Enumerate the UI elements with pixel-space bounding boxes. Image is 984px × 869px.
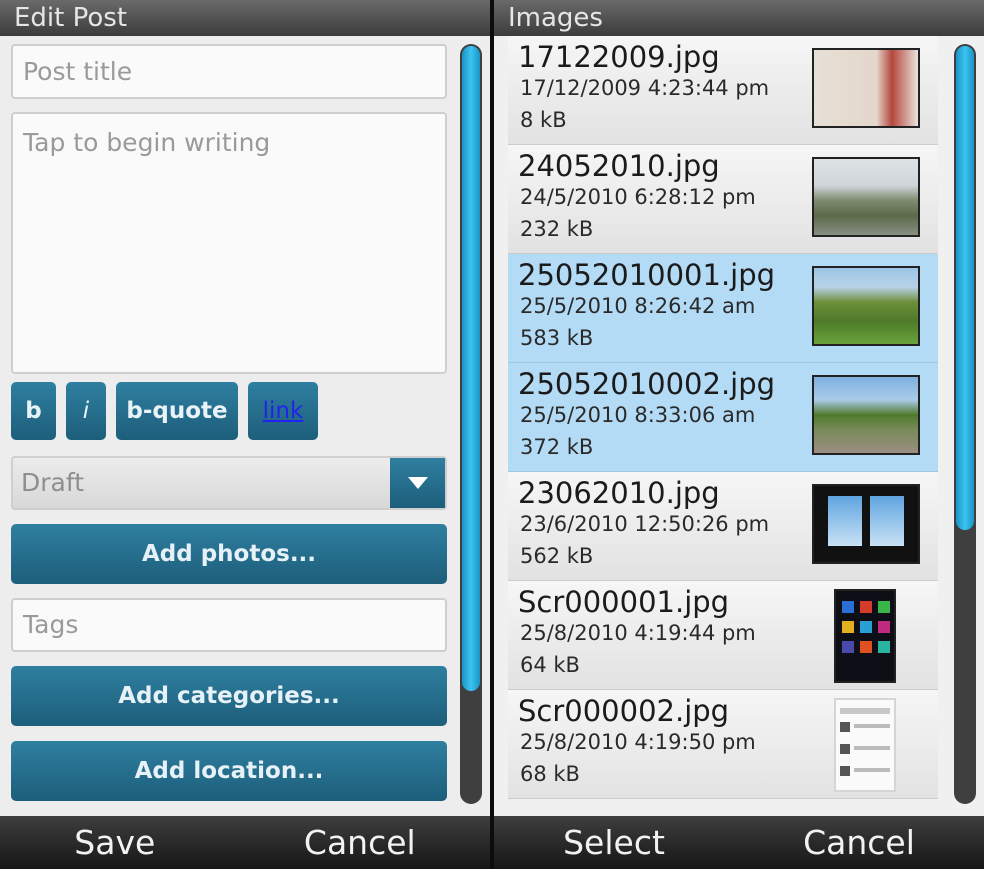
- right-scrollbar-thumb[interactable]: [956, 46, 974, 530]
- image-date: 23/6/2010 12:50:26 pm: [520, 512, 770, 536]
- image-thumbnail: [812, 48, 920, 128]
- post-body-textarea[interactable]: Tap to begin writing: [11, 112, 447, 374]
- image-list-item[interactable]: 25052010001.jpg 25/5/2010 8:26:42 am 583…: [508, 254, 938, 363]
- link-button[interactable]: link: [248, 382, 318, 440]
- image-thumbnail: [834, 589, 896, 683]
- images-title: Images: [494, 0, 984, 36]
- add-location-button[interactable]: Add location...: [11, 741, 447, 801]
- image-list-item[interactable]: 25052010002.jpg 25/5/2010 8:33:06 am 372…: [508, 363, 938, 472]
- save-softkey[interactable]: Save: [54, 823, 175, 862]
- image-size: 68 kB: [520, 762, 580, 786]
- image-filename: 24052010.jpg: [518, 149, 720, 183]
- image-thumbnail: [812, 157, 920, 237]
- image-size: 562 kB: [520, 544, 594, 568]
- tags-input[interactable]: Tags: [11, 598, 447, 652]
- image-date: 25/8/2010 4:19:44 pm: [520, 621, 756, 645]
- image-date: 24/5/2010 6:28:12 pm: [520, 185, 756, 209]
- image-filename: Scr000001.jpg: [518, 585, 730, 619]
- link-button-label: link: [262, 398, 304, 424]
- image-filename: 23062010.jpg: [518, 476, 720, 510]
- image-date: 17/12/2009 4:23:44 pm: [520, 76, 770, 100]
- add-photos-button[interactable]: Add photos...: [11, 524, 447, 584]
- cancel-softkey[interactable]: Cancel: [284, 823, 436, 862]
- bold-button[interactable]: b: [11, 382, 56, 440]
- image-filename: 25052010001.jpg: [518, 258, 776, 292]
- image-size: 64 kB: [520, 653, 580, 677]
- image-thumbnail: [812, 266, 920, 346]
- right-scrollbar[interactable]: [954, 44, 976, 804]
- image-thumbnail: [834, 698, 896, 792]
- post-status-select[interactable]: Draft: [11, 456, 447, 510]
- left-scrollbar-thumb[interactable]: [462, 46, 480, 691]
- cancel-softkey[interactable]: Cancel: [783, 823, 935, 862]
- image-list-item[interactable]: 23062010.jpg 23/6/2010 12:50:26 pm 562 k…: [508, 472, 938, 581]
- image-list-item[interactable]: Scr000001.jpg 25/8/2010 4:19:44 pm 64 kB: [508, 581, 938, 690]
- images-pane: Images 17122009.jpg 17/12/2009 4:23:44 p…: [494, 0, 984, 869]
- italic-button[interactable]: i: [66, 382, 106, 440]
- image-list: 17122009.jpg 17/12/2009 4:23:44 pm 8 kB …: [508, 36, 938, 810]
- image-date: 25/8/2010 4:19:50 pm: [520, 730, 756, 754]
- edit-post-title: Edit Post: [0, 0, 490, 36]
- select-softkey[interactable]: Select: [543, 823, 685, 862]
- image-filename: Scr000002.jpg: [518, 694, 730, 728]
- post-title-input[interactable]: Post title: [11, 44, 447, 99]
- image-size: 583 kB: [520, 326, 594, 350]
- image-list-item[interactable]: Scr000002.jpg 25/8/2010 4:19:50 pm 68 kB: [508, 690, 938, 799]
- image-thumbnail: [812, 484, 920, 564]
- add-categories-button[interactable]: Add categories...: [11, 666, 447, 726]
- image-list-item[interactable]: 24052010.jpg 24/5/2010 6:28:12 pm 232 kB: [508, 145, 938, 254]
- left-softkey-bar: Save Cancel: [0, 816, 490, 869]
- image-size: 372 kB: [520, 435, 594, 459]
- image-date: 25/5/2010 8:26:42 am: [520, 294, 756, 318]
- image-size: 232 kB: [520, 217, 594, 241]
- dropdown-arrow-icon[interactable]: [390, 458, 445, 508]
- image-filename: 17122009.jpg: [518, 40, 720, 74]
- left-scrollbar[interactable]: [460, 44, 482, 804]
- image-date: 25/5/2010 8:33:06 am: [520, 403, 756, 427]
- edit-post-pane: Edit Post Post title Tap to begin writin…: [0, 0, 490, 869]
- image-list-item[interactable]: 17122009.jpg 17/12/2009 4:23:44 pm 8 kB: [508, 36, 938, 145]
- image-size: 8 kB: [520, 108, 567, 132]
- right-softkey-bar: Select Cancel: [494, 816, 984, 869]
- post-status-value: Draft: [21, 468, 85, 497]
- image-filename: 25052010002.jpg: [518, 367, 776, 401]
- blockquote-button[interactable]: b-quote: [116, 382, 238, 440]
- image-thumbnail: [812, 375, 920, 455]
